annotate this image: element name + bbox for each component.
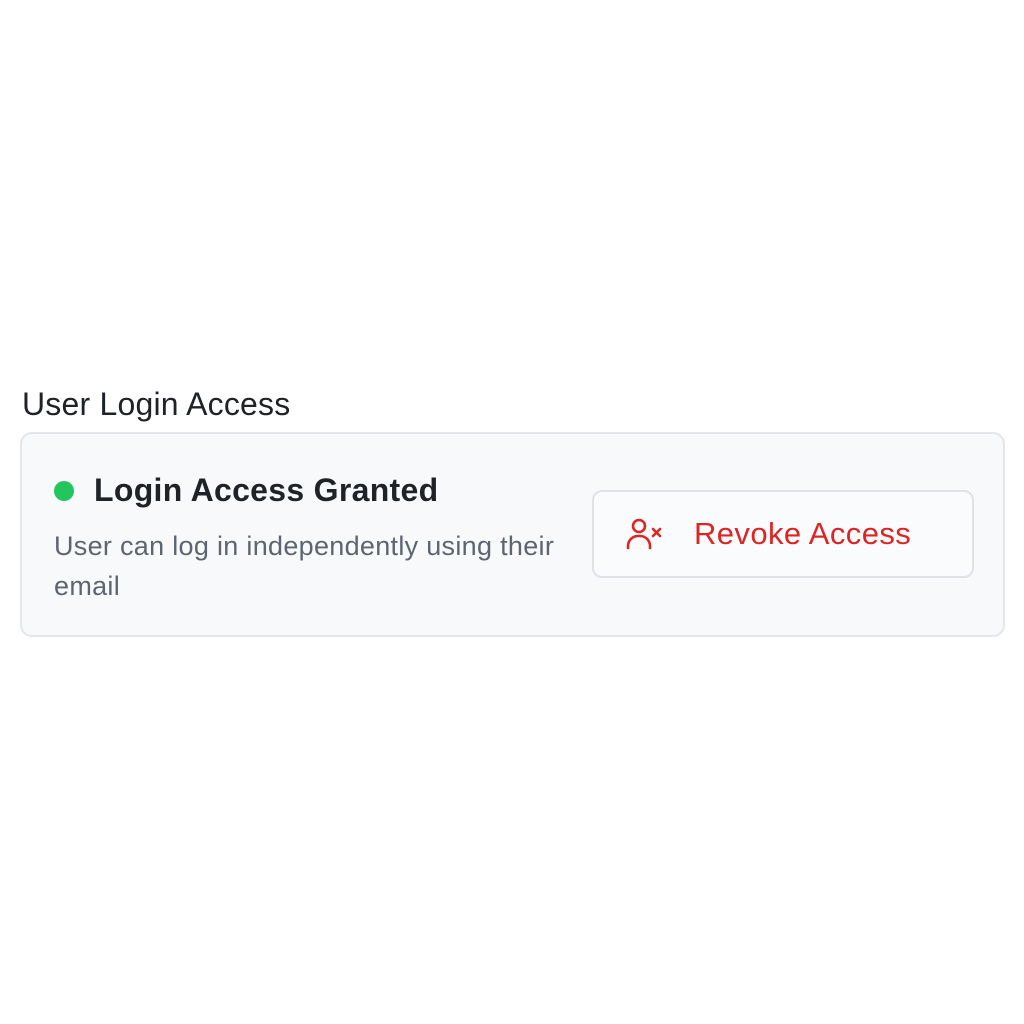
status-label: Login Access Granted — [94, 472, 439, 508]
revoke-access-label: Revoke Access — [694, 516, 912, 551]
status-description: User can log in independently using thei… — [54, 531, 555, 601]
revoke-access-button[interactable]: Revoke Access — [592, 490, 974, 578]
user-x-icon — [624, 514, 664, 554]
section-title: User Login Access — [22, 386, 291, 422]
login-access-section: User Login Access Login Access Granted U… — [20, 384, 1005, 637]
status-row: Login Access Granted — [54, 472, 438, 509]
login-access-card: Login Access Granted User can log in ind… — [20, 432, 1005, 637]
status-indicator-dot — [54, 480, 74, 501]
